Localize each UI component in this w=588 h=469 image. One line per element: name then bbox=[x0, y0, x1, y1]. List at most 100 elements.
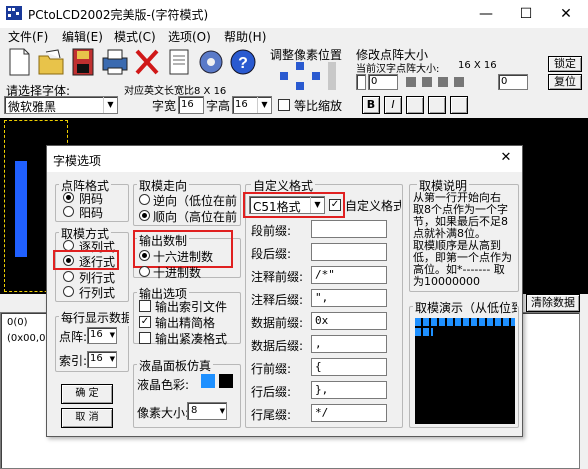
close-button[interactable]: ✕ bbox=[546, 0, 586, 28]
menu-mode[interactable]: 模式(C) bbox=[114, 28, 156, 46]
pixel-position-label: 调整像素位置 bbox=[270, 48, 343, 62]
chevron-down-icon[interactable]: ▼ bbox=[110, 328, 115, 343]
custom-format-check-label: 自定义格式 bbox=[345, 199, 401, 213]
checkbox-tight[interactable] bbox=[139, 332, 151, 344]
spin-left-btn[interactable] bbox=[356, 74, 366, 90]
reset-button[interactable]: 复位 bbox=[548, 74, 582, 90]
arrow-right-icon[interactable] bbox=[312, 72, 320, 80]
delete-icon[interactable] bbox=[132, 46, 162, 78]
spin-arrow-group[interactable] bbox=[400, 74, 494, 90]
demo-canvas bbox=[415, 318, 515, 424]
radio-column-row[interactable] bbox=[63, 271, 74, 282]
arrow-left-icon[interactable] bbox=[280, 72, 288, 80]
per-line-title: 每行显示数据 bbox=[59, 309, 129, 326]
line-suffix-input[interactable]: }, bbox=[311, 381, 387, 399]
cancel-button[interactable]: 取 消 bbox=[61, 408, 113, 428]
font-select[interactable]: 微软雅黑 ▼ bbox=[4, 96, 118, 114]
dot-count-select[interactable]: 16 ▼ bbox=[87, 327, 117, 344]
line-prefix-input[interactable]: { bbox=[311, 358, 387, 376]
data-prefix-input[interactable]: 0x bbox=[311, 312, 387, 330]
font-height-label: 字高 bbox=[206, 99, 231, 113]
comment-suffix-input[interactable]: ", bbox=[311, 289, 387, 307]
pixel-align-icon[interactable] bbox=[328, 62, 336, 90]
line-prefix-label: 行前缀: bbox=[251, 362, 292, 376]
radio-negative[interactable] bbox=[63, 192, 74, 203]
radio-row[interactable] bbox=[63, 255, 74, 266]
demo-pixel-row bbox=[415, 318, 515, 326]
chevron-down-icon[interactable]: ▼ bbox=[310, 197, 324, 213]
data-suffix-input[interactable]: , bbox=[311, 335, 387, 353]
width-spin-value[interactable]: 0 bbox=[368, 74, 398, 90]
align-center-button[interactable] bbox=[428, 96, 446, 114]
height-spin-value[interactable]: 0 bbox=[498, 74, 528, 90]
shrink-icon[interactable] bbox=[406, 77, 416, 87]
new-file-icon[interactable] bbox=[4, 46, 34, 78]
menu-file[interactable]: 文件(F) bbox=[8, 28, 48, 46]
lcd-title: 液晶面板仿真 bbox=[137, 357, 214, 374]
checkbox-compact[interactable]: ✓ bbox=[139, 316, 151, 328]
arrow-up-icon[interactable] bbox=[296, 62, 304, 70]
grow-icon[interactable] bbox=[422, 77, 432, 87]
bold-button[interactable]: B bbox=[362, 96, 380, 114]
index-count-select[interactable]: 16 ▼ bbox=[87, 351, 117, 368]
output-option-0: 输出索引文件 bbox=[155, 300, 228, 314]
seg-suffix-input[interactable] bbox=[311, 243, 387, 261]
radio-reverse[interactable] bbox=[139, 194, 150, 205]
current-size-value: 16 X 16 bbox=[458, 60, 497, 71]
pixel-arrows bbox=[274, 62, 346, 94]
chevron-down-icon[interactable]: ▼ bbox=[220, 403, 225, 419]
demo-pixel-row bbox=[415, 328, 433, 336]
open-folder-icon[interactable] bbox=[36, 46, 66, 78]
menu-options[interactable]: 选项(O) bbox=[168, 28, 211, 46]
data-suffix-label: 数据后缀: bbox=[251, 339, 304, 353]
page-icon[interactable] bbox=[164, 46, 194, 78]
lcd-color-swatch[interactable] bbox=[201, 374, 215, 388]
clear-data-button[interactable]: 清除数据 bbox=[526, 294, 580, 312]
format-value: C51格式 bbox=[253, 200, 301, 214]
help-icon[interactable]: ? bbox=[228, 46, 258, 78]
format-select[interactable]: C51格式 ▼ bbox=[249, 196, 325, 214]
ok-button[interactable]: 确 定 bbox=[61, 384, 113, 404]
dialog-close-button[interactable]: ✕ bbox=[495, 150, 517, 168]
font-width-select[interactable]: 16 bbox=[178, 96, 204, 114]
comment-prefix-input[interactable]: /*" bbox=[311, 266, 387, 284]
radio-hex[interactable] bbox=[139, 250, 150, 261]
menu-bar: 文件(F) 编辑(E) 模式(C) 选项(O) 帮助(H) bbox=[0, 28, 588, 46]
chevron-down-icon[interactable]: ▼ bbox=[103, 97, 117, 113]
settings-gear-icon[interactable] bbox=[196, 46, 226, 78]
italic-button[interactable]: I bbox=[384, 96, 402, 114]
direction-option-1: 顺向（高位在前 bbox=[153, 210, 238, 224]
print-icon[interactable] bbox=[100, 46, 130, 78]
up-icon[interactable] bbox=[438, 77, 448, 87]
radio-decimal[interactable] bbox=[139, 266, 150, 277]
lcd-bg-swatch[interactable] bbox=[219, 374, 233, 388]
line-end-label: 行尾缀: bbox=[251, 408, 292, 422]
down-icon[interactable] bbox=[454, 77, 464, 87]
dialog-title: 字模选项 bbox=[53, 154, 102, 168]
custom-format-checkbox[interactable]: ✓ bbox=[329, 199, 341, 211]
font-options-dialog: 字模选项 ✕ 点阵格式 阴码 阳码 取模方式 逐列式 逐行式 列行式 行列式 每… bbox=[46, 145, 523, 437]
line-end-input[interactable]: */ bbox=[311, 404, 387, 422]
chevron-down-icon[interactable]: ▼ bbox=[110, 352, 115, 367]
lock-button[interactable]: 锁定 bbox=[548, 56, 582, 72]
dialog-title-bar: 字模选项 ✕ bbox=[47, 146, 522, 172]
maximize-button[interactable]: ☐ bbox=[506, 0, 546, 28]
checkbox-index-file[interactable] bbox=[139, 300, 151, 312]
menu-edit[interactable]: 编辑(E) bbox=[62, 28, 103, 46]
align-right-button[interactable] bbox=[450, 96, 468, 114]
seg-prefix-input[interactable] bbox=[311, 220, 387, 238]
align-left-button[interactable] bbox=[406, 96, 424, 114]
proportional-checkbox[interactable] bbox=[278, 99, 290, 111]
save-icon[interactable] bbox=[68, 46, 98, 78]
comment-suffix-label: 注释后缀: bbox=[251, 293, 304, 307]
chevron-down-icon[interactable]: ▼ bbox=[257, 97, 271, 113]
menu-help[interactable]: 帮助(H) bbox=[224, 28, 266, 46]
dot-count-label: 点阵: bbox=[59, 330, 88, 344]
pixel-size-select[interactable]: 8 ▼ bbox=[187, 402, 227, 420]
radio-forward[interactable] bbox=[139, 210, 150, 221]
arrow-down-icon[interactable] bbox=[296, 82, 304, 90]
radio-positive[interactable] bbox=[63, 206, 74, 217]
radio-row-column[interactable] bbox=[63, 286, 74, 297]
font-height-select[interactable]: 16 ▼ bbox=[232, 96, 272, 114]
minimize-button[interactable]: — bbox=[466, 0, 506, 28]
